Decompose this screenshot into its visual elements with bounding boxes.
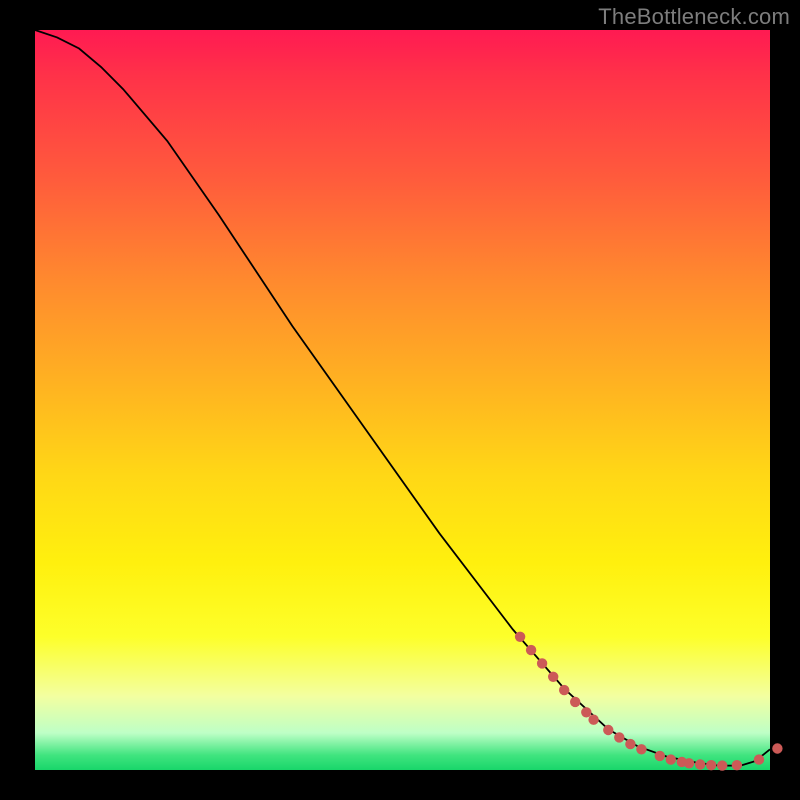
data-point xyxy=(614,732,624,742)
data-point xyxy=(588,715,598,725)
data-point xyxy=(772,743,782,753)
data-point xyxy=(706,760,716,770)
data-point xyxy=(559,685,569,695)
bottleneck-curve xyxy=(35,30,770,766)
data-point xyxy=(570,697,580,707)
plot-area xyxy=(35,30,770,770)
data-point xyxy=(695,759,705,769)
data-point xyxy=(666,754,676,764)
data-point xyxy=(754,754,764,764)
data-point xyxy=(732,760,742,770)
curve-layer xyxy=(35,30,770,770)
data-point xyxy=(537,658,547,668)
data-point xyxy=(526,645,536,655)
data-point xyxy=(684,758,694,768)
data-point xyxy=(636,744,646,754)
data-point xyxy=(717,760,727,770)
watermark-text: TheBottleneck.com xyxy=(598,4,790,30)
chart-frame: TheBottleneck.com xyxy=(0,0,800,800)
data-point xyxy=(625,739,635,749)
data-point xyxy=(655,751,665,761)
data-point xyxy=(581,707,591,717)
data-point xyxy=(515,632,525,642)
data-point xyxy=(603,725,613,735)
data-point xyxy=(548,672,558,682)
